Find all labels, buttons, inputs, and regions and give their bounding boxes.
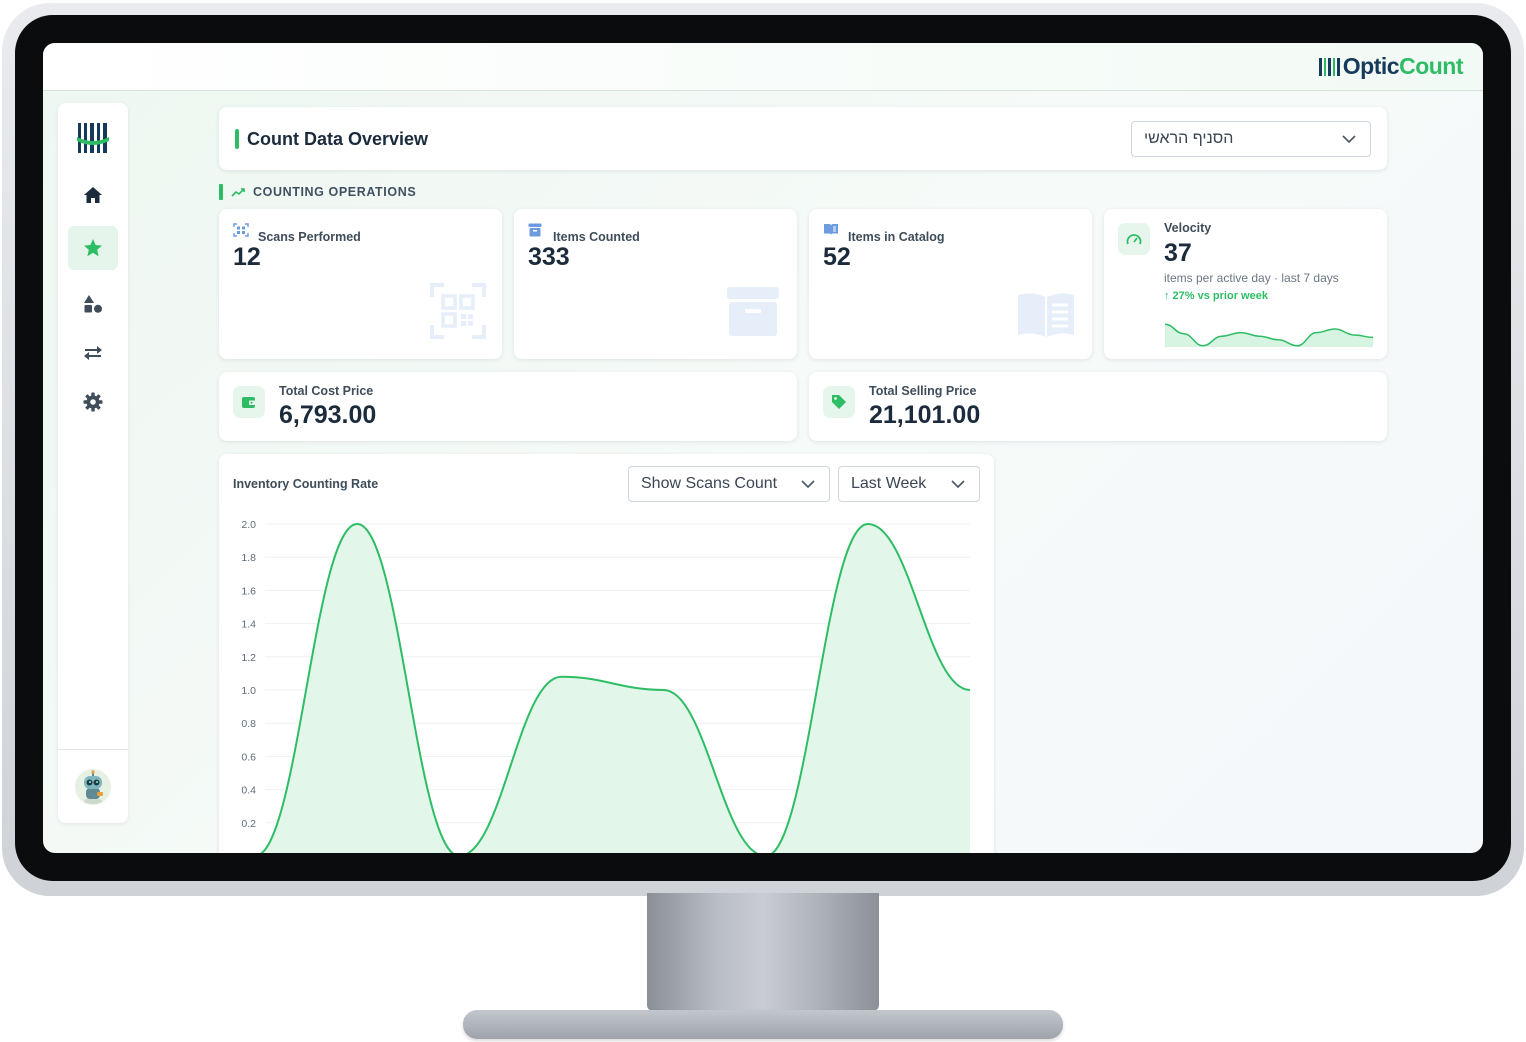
open-book-icon bbox=[824, 224, 838, 235]
sidebar-item-transfers[interactable] bbox=[68, 331, 118, 375]
sidebar-item-home[interactable] bbox=[68, 173, 118, 217]
stat-label: Scans Performed bbox=[258, 230, 361, 244]
user-avatar[interactable] bbox=[75, 769, 111, 805]
overview-header: Count Data Overview הסניף הראשי bbox=[219, 107, 1387, 170]
stat-value: 12 bbox=[233, 243, 261, 271]
monitor-stand-base bbox=[463, 1010, 1063, 1039]
brand-name: OpticCount bbox=[1342, 53, 1464, 80]
section-counting-operations: COUNTING OPERATIONS bbox=[219, 184, 416, 200]
y-tick-label: 1.4 bbox=[241, 619, 256, 631]
section-accent-bar bbox=[219, 184, 223, 200]
branch-select-value: הסניף הראשי bbox=[1144, 130, 1234, 147]
counting-rate-chart-card: Inventory Counting Rate Show Scans Count… bbox=[219, 454, 994, 853]
sidebar-item-settings[interactable] bbox=[68, 380, 118, 424]
open-book-watermark-icon bbox=[1018, 293, 1074, 337]
robot-avatar-icon bbox=[75, 769, 111, 805]
stat-label: Items in Catalog bbox=[848, 230, 945, 244]
y-tick-label: 1.0 bbox=[241, 685, 256, 697]
top-bar: OpticCount bbox=[43, 43, 1483, 91]
header-accent-bar bbox=[235, 129, 239, 149]
barcode-logo-icon[interactable] bbox=[77, 123, 109, 153]
section-title: COUNTING OPERATIONS bbox=[253, 185, 417, 199]
brand-name-part1: Optic bbox=[1342, 53, 1400, 79]
swap-arrows-icon bbox=[84, 346, 102, 360]
brand-logo[interactable]: OpticCount bbox=[1319, 53, 1463, 80]
star-icon bbox=[84, 239, 102, 257]
stat-card-catalog[interactable]: Items in Catalog 52 bbox=[809, 209, 1092, 359]
gear-icon bbox=[83, 392, 103, 412]
selling-price-value: 21,101.00 bbox=[869, 401, 981, 429]
archive-box-watermark-icon bbox=[727, 287, 779, 336]
gauge-icon bbox=[1126, 234, 1142, 245]
trend-up-icon bbox=[231, 188, 245, 197]
monitor-stand-neck bbox=[647, 893, 879, 1011]
shapes-icon bbox=[84, 295, 102, 313]
app-screen: OpticCount Count Data Overview הסניף הרא… bbox=[43, 43, 1483, 853]
home-icon bbox=[84, 187, 102, 203]
qr-scan-watermark-icon bbox=[430, 283, 486, 339]
chevron-down-icon bbox=[1342, 135, 1356, 143]
barcode-logo-icon bbox=[1319, 57, 1340, 77]
stat-value: 333 bbox=[528, 243, 570, 271]
stat-card-items-counted[interactable]: Items Counted 333 bbox=[514, 209, 797, 359]
y-tick-label: 0.8 bbox=[241, 718, 256, 730]
page-title: Count Data Overview bbox=[247, 129, 429, 149]
price-card-selling[interactable]: Total Selling Price 21,101.00 bbox=[809, 372, 1387, 441]
stat-label: Items Counted bbox=[553, 230, 640, 244]
cost-price-label: Total Cost Price bbox=[279, 384, 374, 398]
sparkline-area bbox=[1165, 324, 1373, 347]
velocity-subtitle: items per active day · last 7 days bbox=[1164, 271, 1339, 285]
velocity-trend: ↑ 27% vs prior week bbox=[1164, 290, 1268, 302]
archive-box-icon bbox=[528, 223, 542, 237]
y-tick-label: 0.6 bbox=[241, 751, 256, 763]
y-tick-label: 1.6 bbox=[241, 585, 256, 597]
velocity-sparkline bbox=[1164, 323, 1374, 347]
y-tick-label: 1.8 bbox=[241, 552, 256, 564]
price-card-cost[interactable]: Total Cost Price 6,793.00 bbox=[219, 372, 797, 441]
velocity-icon-box bbox=[1118, 223, 1150, 255]
selling-icon-box bbox=[823, 386, 855, 418]
brand-name-part2: Count bbox=[1399, 53, 1463, 79]
qr-scan-icon bbox=[233, 223, 249, 237]
y-tick-label: 2.0 bbox=[241, 519, 256, 531]
wallet-icon bbox=[242, 397, 256, 408]
stat-value: 52 bbox=[823, 243, 851, 271]
selling-price-label: Total Selling Price bbox=[869, 384, 977, 398]
cost-price-value: 6,793.00 bbox=[279, 401, 377, 429]
y-tick-label: 1.2 bbox=[241, 652, 256, 664]
velocity-value: 37 bbox=[1164, 239, 1192, 267]
stat-card-velocity[interactable]: Velocity 37 items per active day · last … bbox=[1104, 209, 1387, 359]
counting-rate-chart: 0.2 0.4 0.6 0.8 1.0 1.2 1.4 1.6 1.8 2.0 bbox=[241, 519, 971, 853]
y-tick-label: 0.4 bbox=[241, 785, 256, 797]
sidebar-item-favorites[interactable] bbox=[68, 226, 118, 270]
series-area bbox=[261, 524, 970, 853]
cost-icon-box bbox=[233, 386, 265, 418]
price-tag-icon bbox=[832, 395, 846, 409]
branch-select[interactable]: הסניף הראשי bbox=[1131, 121, 1371, 157]
velocity-label: Velocity bbox=[1164, 221, 1212, 235]
sidebar bbox=[58, 103, 128, 823]
stat-card-scans[interactable]: Scans Performed 12 bbox=[219, 209, 502, 359]
sidebar-divider bbox=[58, 749, 128, 750]
sidebar-item-categories[interactable] bbox=[68, 282, 118, 326]
y-tick-label: 0.2 bbox=[241, 818, 256, 830]
